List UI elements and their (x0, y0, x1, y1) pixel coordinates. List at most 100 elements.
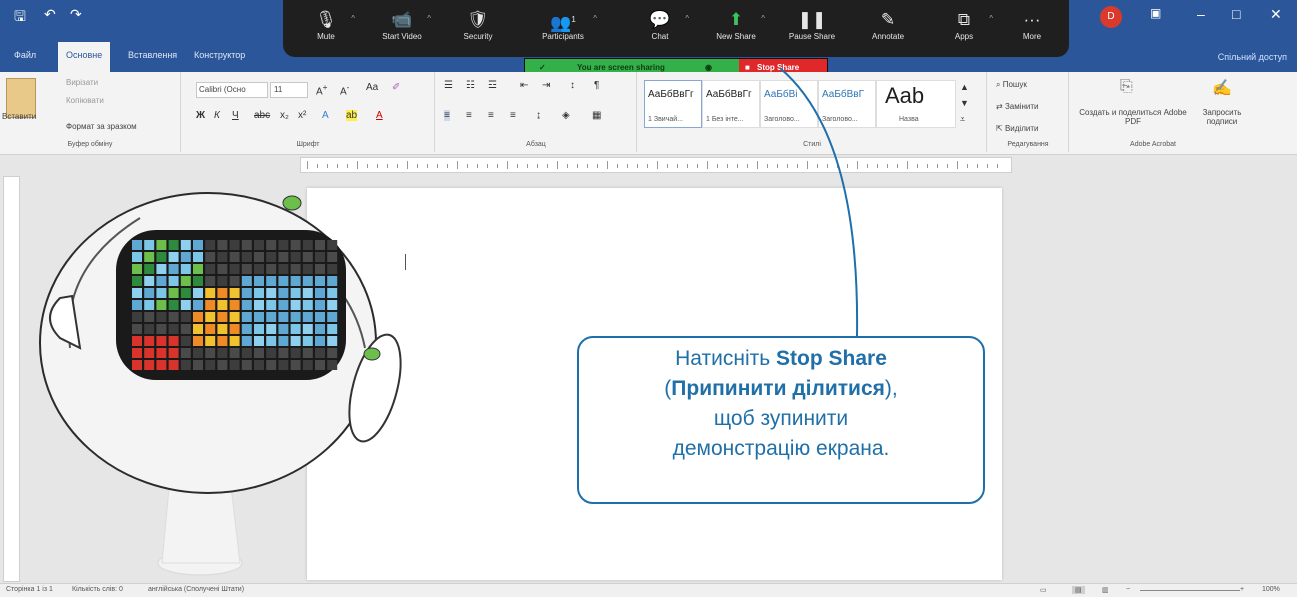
web-layout-icon[interactable]: ▥ (1102, 586, 1109, 594)
superscript-icon[interactable]: x² (298, 110, 306, 121)
underline-icon[interactable]: Ч (232, 110, 239, 121)
redo-icon[interactable]: ↷ (70, 6, 82, 23)
zoom-in-icon[interactable]: + (1240, 586, 1244, 593)
zoom-slider[interactable] (1140, 590, 1240, 591)
subscript-icon[interactable]: x₂ (280, 110, 289, 121)
select-button[interactable]: ⇱ Виділити (996, 124, 1038, 133)
copy-button[interactable]: Копіювати (66, 96, 104, 105)
start-video-button[interactable]: 📹 Start Video ^ (367, 8, 437, 41)
align-left-icon[interactable]: ≡ (444, 110, 450, 121)
line-spacing-icon[interactable]: ↨ (536, 110, 541, 121)
led-pixel (132, 276, 142, 286)
mute-button[interactable]: 🎙 Mute ^ (291, 8, 361, 41)
user-avatar[interactable]: D (1100, 6, 1122, 28)
change-case-icon[interactable]: Aa (366, 82, 378, 93)
styles-more-icon[interactable]: ⩡ (960, 114, 965, 125)
read-mode-icon[interactable]: ▭ (1040, 586, 1047, 594)
numbering-icon[interactable]: ☷ (466, 80, 475, 91)
cut-button[interactable]: Вирізати (66, 78, 98, 87)
shading-icon[interactable]: ◈ (562, 110, 570, 121)
grow-font-icon[interactable]: A+ (316, 82, 328, 97)
italic-icon[interactable]: К (214, 110, 220, 121)
security-button[interactable]: 🛡 Security (443, 8, 513, 41)
chevron-up-icon[interactable]: ^ (685, 14, 689, 23)
create-pdf-button[interactable]: Создать и поделиться Adobe PDF (1078, 108, 1188, 126)
more-button[interactable]: ··· More (997, 8, 1067, 41)
new-share-button[interactable]: ⬆ New Share ^ (701, 8, 771, 41)
horizontal-ruler[interactable] (300, 157, 1012, 173)
tab-design[interactable]: Конструктор (194, 50, 245, 60)
replace-button[interactable]: ⇄ Замінити (996, 102, 1039, 111)
chevron-up-icon[interactable]: ^ (427, 14, 431, 23)
led-pixel (241, 252, 252, 262)
led-pixel (193, 240, 203, 250)
styles-scroll-down-icon[interactable]: ▼ (960, 98, 969, 108)
pause-share-button[interactable]: ❚❚ Pause Share (777, 8, 847, 41)
multilevel-list-icon[interactable]: ☲ (488, 80, 497, 91)
print-layout-icon[interactable]: ▤ (1072, 586, 1085, 594)
led-pixel (132, 288, 142, 298)
font-name-select[interactable]: Calibri (Осно (196, 82, 268, 98)
ruler-tick (967, 164, 968, 168)
request-signatures-icon[interactable]: ✍ (1212, 78, 1232, 98)
share-access-button[interactable]: Спільний доступ (1218, 52, 1287, 62)
vertical-ruler[interactable] (3, 176, 20, 582)
strikethrough-icon[interactable]: abc (254, 110, 270, 121)
font-color-icon[interactable]: A (376, 110, 383, 121)
shrink-font-icon[interactable]: A- (340, 82, 349, 97)
ruler-tick (647, 164, 648, 168)
chevron-up-icon[interactable]: ^ (989, 14, 993, 23)
participants-button[interactable]: 👥1 Participants ^ (523, 8, 603, 41)
zoom-level[interactable]: 100% (1262, 586, 1280, 593)
undo-icon[interactable]: ↶ (44, 6, 56, 23)
chevron-up-icon[interactable]: ^ (593, 14, 597, 23)
led-pixel (278, 276, 289, 286)
language-indicator[interactable]: англійська (Сполучені Штати) (148, 586, 244, 593)
word-count[interactable]: Кількість слів: 0 (72, 586, 123, 593)
ruler-tick (547, 164, 548, 168)
ruler-tick (307, 161, 308, 169)
zoom-out-icon[interactable]: − (1126, 586, 1130, 593)
bullets-icon[interactable]: ☰ (444, 80, 453, 91)
decrease-indent-icon[interactable]: ⇤ (520, 80, 528, 91)
style-normal[interactable]: АаБбВвГг 1 Звичай... (644, 80, 702, 128)
save-icon[interactable]: 🖫 (14, 6, 26, 30)
font-size-select[interactable]: 11 (270, 82, 308, 98)
sort-icon[interactable]: ↕ (570, 80, 575, 91)
highlight-icon[interactable]: ab (346, 110, 358, 121)
increase-indent-icon[interactable]: ⇥ (542, 80, 550, 91)
close-button[interactable]: ✕ (1270, 6, 1282, 23)
chevron-up-icon[interactable]: ^ (761, 14, 765, 23)
style-title[interactable]: Aab Назва (876, 80, 956, 128)
style-no-spacing[interactable]: АаБбВвГг 1 Без інте... (702, 80, 760, 128)
apps-button[interactable]: ⧉ Apps ^ (929, 8, 999, 41)
pilcrow-icon[interactable]: ¶ (594, 80, 599, 91)
clear-format-icon[interactable]: ✐ (392, 82, 400, 93)
minimize-button[interactable]: – (1197, 6, 1205, 22)
paste-button[interactable]: Вставити (2, 112, 36, 121)
ribbon-display-icon[interactable]: ▣ (1150, 6, 1161, 20)
page-count[interactable]: Сторінка 1 із 1 (6, 586, 53, 593)
chevron-up-icon[interactable]: ^ (351, 14, 355, 23)
led-pixel (241, 324, 252, 334)
text-effects-icon[interactable]: A (322, 110, 329, 121)
bold-icon[interactable]: Ж (196, 110, 205, 121)
align-right-icon[interactable]: ≡ (488, 110, 494, 121)
led-pixel (327, 324, 338, 334)
borders-icon[interactable]: ▦ (592, 110, 601, 121)
justify-icon[interactable]: ≡ (510, 110, 516, 121)
adobe-pdf-icon[interactable]: ⎘ (1120, 78, 1133, 96)
styles-scroll-up-icon[interactable]: ▲ (960, 82, 969, 92)
tab-insert[interactable]: Вставлення (128, 50, 177, 60)
annotate-button[interactable]: ✎ Annotate (853, 8, 923, 41)
chat-button[interactable]: 💬 Chat ^ (625, 8, 695, 41)
tab-file[interactable]: Файл (14, 50, 36, 60)
led-pixel (144, 336, 155, 346)
format-painter-button[interactable]: Формат за зразком (66, 122, 137, 131)
tab-home[interactable]: Основне (58, 42, 111, 72)
align-center-icon[interactable]: ≡ (466, 110, 472, 121)
led-pixel (217, 324, 228, 334)
request-signatures-button[interactable]: Запросить подписи (1192, 108, 1252, 126)
find-button[interactable]: ⌕ Пошук (996, 80, 1027, 90)
restore-button[interactable]: □ (1232, 6, 1240, 22)
